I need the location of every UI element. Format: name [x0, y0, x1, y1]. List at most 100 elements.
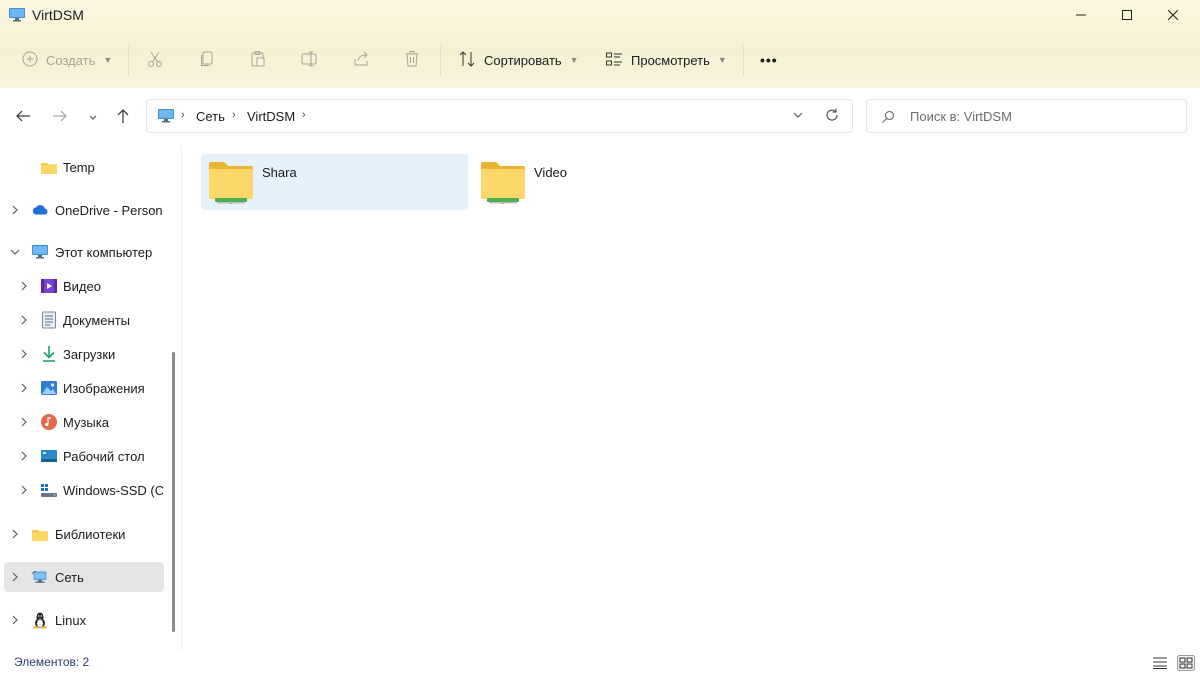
- arrow-right-icon: [52, 109, 68, 126]
- sidebar-item-label: Загрузки: [63, 346, 116, 362]
- sidebar-item-pictures[interactable]: Изображения: [4, 373, 164, 403]
- chevron-right-icon[interactable]: [9, 614, 21, 626]
- sidebar-item-desktop[interactable]: Рабочий стол: [4, 441, 164, 471]
- create-button[interactable]: Создать ▼: [22, 38, 112, 82]
- toolbar-divider: [743, 46, 744, 76]
- details-view-icon[interactable]: [1153, 656, 1167, 672]
- sidebar-item-libraries[interactable]: Библиотеки: [4, 519, 164, 549]
- address-history-icon[interactable]: [792, 109, 804, 124]
- sidebar-item-video[interactable]: Видео: [4, 271, 164, 301]
- recent-locations-button[interactable]: [79, 102, 107, 132]
- sidebar-item-label: Библиотеки: [55, 526, 126, 542]
- plus-icon: [22, 51, 38, 70]
- linux-icon: [31, 611, 49, 629]
- up-button[interactable]: [109, 102, 137, 132]
- folder-name: Video: [534, 165, 568, 180]
- sort-button[interactable]: Сортировать ▼: [458, 38, 579, 82]
- view-button[interactable]: Просмотреть ▼: [605, 38, 727, 82]
- chevron-right-icon[interactable]: [18, 450, 30, 462]
- share-button[interactable]: [352, 38, 370, 82]
- sidebar-item-label: Linux: [55, 612, 87, 628]
- breadcrumb-separator: ›: [302, 109, 306, 121]
- breadcrumb-separator: ›: [181, 109, 185, 121]
- chevron-down-icon: ▼: [717, 55, 727, 65]
- back-button[interactable]: [9, 102, 37, 132]
- sidebar-item-label: Документы: [63, 312, 131, 328]
- chevron-right-icon[interactable]: [9, 571, 21, 583]
- chevron-right-icon[interactable]: [18, 484, 30, 496]
- drive-icon: [40, 481, 58, 499]
- forward-button[interactable]: [46, 102, 74, 132]
- sidebar-item-label: Windows-SSD (C:): [63, 482, 163, 498]
- pictures-icon: [40, 379, 58, 397]
- close-button[interactable]: [1150, 0, 1196, 30]
- search-box[interactable]: Поиск в: VirtDSM: [866, 99, 1187, 133]
- cut-icon: [146, 50, 164, 71]
- documents-icon: [40, 311, 58, 329]
- folder-icon: [40, 158, 58, 176]
- arrow-left-icon: [15, 109, 31, 126]
- maximize-icon: [1122, 8, 1132, 23]
- folder-tile-video[interactable]: Video: [473, 154, 740, 210]
- sidebar-item-label: Рабочий стол: [63, 448, 145, 464]
- rename-button[interactable]: [300, 38, 318, 82]
- sidebar-item-music[interactable]: Музыка: [4, 407, 164, 437]
- tiles-view-icon[interactable]: [1177, 655, 1195, 671]
- sidebar-item-network[interactable]: Сеть: [4, 562, 164, 592]
- sidebar-item-label: Temp: [63, 159, 95, 175]
- chevron-right-icon[interactable]: [18, 348, 30, 360]
- address-bar[interactable]: › Сеть › VirtDSM ›: [146, 99, 853, 133]
- breadcrumb-network[interactable]: Сеть: [196, 109, 225, 124]
- sidebar-item-label: Сеть: [55, 569, 84, 585]
- chevron-right-icon[interactable]: [18, 382, 30, 394]
- sidebar-item-this-pc[interactable]: Этот компьютер: [4, 237, 164, 267]
- video-icon: [40, 277, 58, 295]
- sort-icon: [458, 50, 476, 71]
- sidebar-scrollbar[interactable]: [172, 352, 175, 632]
- music-icon: [40, 413, 58, 431]
- item-count: Элементов: 2: [14, 655, 90, 669]
- computer-icon: [31, 243, 49, 261]
- chevron-right-icon[interactable]: [18, 416, 30, 428]
- chevron-down-icon: ▼: [103, 55, 113, 65]
- toolbar-divider: [440, 46, 441, 76]
- cut-button[interactable]: [146, 38, 164, 82]
- view-icon: [605, 50, 623, 71]
- sidebar-item-downloads[interactable]: Загрузки: [4, 339, 164, 369]
- delete-button[interactable]: [403, 38, 421, 82]
- copy-button[interactable]: [198, 38, 216, 82]
- chevron-down-icon: ▼: [569, 55, 579, 65]
- sidebar-item-windows-ssd[interactable]: Windows-SSD (C:): [4, 475, 164, 505]
- copy-icon: [198, 50, 216, 71]
- breadcrumb-virtdsm[interactable]: VirtDSM: [247, 109, 295, 124]
- title-bar: VirtDSM: [0, 0, 1200, 30]
- sidebar-item-label: Этот компьютер: [55, 244, 153, 260]
- chevron-right-icon[interactable]: [9, 528, 21, 540]
- rename-icon: [300, 50, 318, 71]
- onedrive-cloud-icon: [31, 201, 49, 219]
- maximize-button[interactable]: [1104, 0, 1150, 30]
- sidebar-item-temp[interactable]: Temp: [4, 152, 164, 182]
- sort-label: Сортировать: [484, 52, 562, 68]
- breadcrumb-separator: ›: [232, 109, 236, 121]
- sidebar-item-linux[interactable]: Linux: [4, 605, 164, 635]
- refresh-icon[interactable]: [824, 107, 840, 126]
- libraries-icon: [31, 525, 49, 543]
- chevron-right-icon[interactable]: [18, 314, 30, 326]
- chevron-down-icon[interactable]: [9, 246, 21, 258]
- sidebar-item-onedrive[interactable]: OneDrive - Persona: [4, 195, 164, 225]
- chevron-right-icon[interactable]: [9, 204, 21, 216]
- paste-button[interactable]: [249, 38, 267, 82]
- folder-name: Shara: [262, 165, 297, 180]
- minimize-icon: [1076, 8, 1086, 23]
- pane-splitter[interactable]: [181, 146, 182, 651]
- minimize-button[interactable]: [1058, 0, 1104, 30]
- more-button[interactable]: •••: [760, 38, 778, 82]
- close-icon: [1167, 8, 1179, 23]
- network-share-folder-icon: [479, 160, 527, 207]
- folder-tile-shara[interactable]: Shara: [201, 154, 468, 210]
- chevron-right-icon[interactable]: [18, 280, 30, 292]
- chevron-down-icon: [88, 110, 98, 125]
- sidebar-item-documents[interactable]: Документы: [4, 305, 164, 335]
- share-icon: [352, 50, 370, 71]
